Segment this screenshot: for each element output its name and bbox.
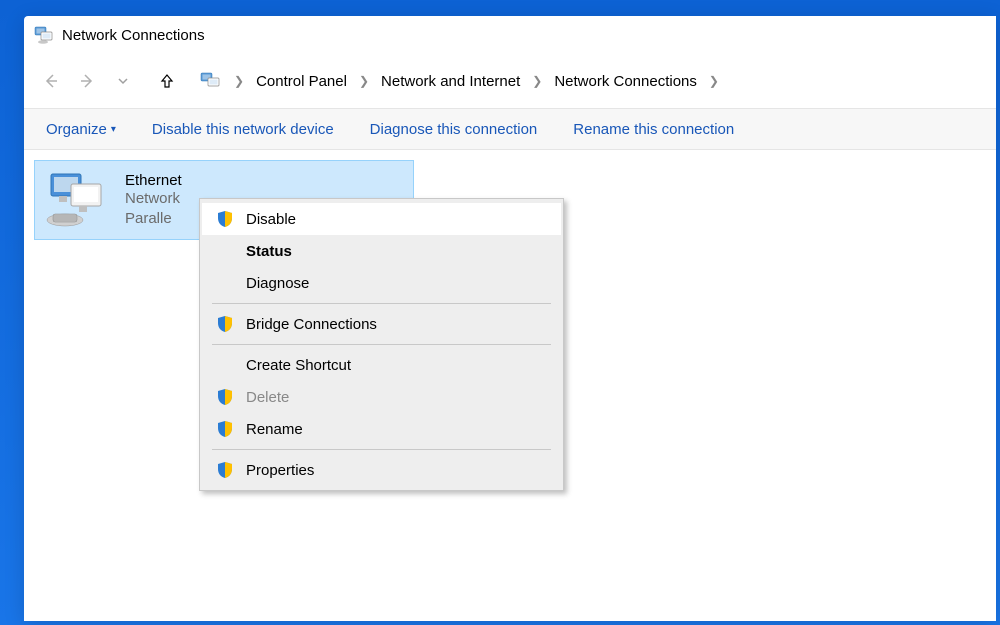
- breadcrumb[interactable]: ❯ Control Panel ❯ Network and Internet ❯…: [194, 70, 729, 92]
- chevron-right-icon[interactable]: ❯: [528, 74, 546, 88]
- window-title: Network Connections: [62, 27, 205, 44]
- menu-label: Bridge Connections: [246, 316, 377, 333]
- tile-text: Ethernet Network Paralle: [125, 172, 182, 228]
- menu-separator: [212, 303, 551, 304]
- menu-label: Create Shortcut: [246, 357, 351, 374]
- network-connections-window: Network Connections ❯ Control Pa: [24, 16, 996, 621]
- command-toolbar: Organize ▾ Disable this network device D…: [24, 108, 996, 150]
- shield-icon: [216, 315, 234, 333]
- disable-device-button[interactable]: Disable this network device: [152, 121, 334, 138]
- context-menu: Disable Status Diagnose Bridge Connectio…: [199, 198, 564, 491]
- menu-separator: [212, 344, 551, 345]
- rename-connection-button[interactable]: Rename this connection: [573, 121, 734, 138]
- menu-item-properties[interactable]: Properties: [202, 454, 561, 486]
- organize-label: Organize: [46, 121, 107, 138]
- menu-item-shortcut[interactable]: Create Shortcut: [202, 349, 561, 381]
- shield-icon: [216, 210, 234, 228]
- navigation-bar: ❯ Control Panel ❯ Network and Internet ❯…: [24, 54, 996, 108]
- diagnose-connection-button[interactable]: Diagnose this connection: [370, 121, 538, 138]
- network-connections-icon: [34, 25, 54, 45]
- recent-locations-button[interactable]: [106, 64, 140, 98]
- chevron-down-icon: ▾: [111, 124, 116, 135]
- organize-button[interactable]: Organize ▾: [46, 121, 116, 138]
- connection-adapter: Paralle: [125, 209, 182, 229]
- menu-item-disable[interactable]: Disable: [202, 203, 561, 235]
- menu-item-status[interactable]: Status: [202, 235, 561, 267]
- menu-item-rename[interactable]: Rename: [202, 413, 561, 445]
- chevron-right-icon[interactable]: ❯: [230, 74, 248, 88]
- breadcrumb-network-internet[interactable]: Network and Internet: [377, 71, 524, 92]
- breadcrumb-control-panel[interactable]: Control Panel: [252, 71, 351, 92]
- breadcrumb-network-connections[interactable]: Network Connections: [550, 71, 701, 92]
- connection-status: Network: [125, 189, 182, 209]
- shield-icon: [216, 388, 234, 406]
- empty-icon: [216, 242, 234, 260]
- chevron-right-icon[interactable]: ❯: [355, 74, 373, 88]
- menu-label: Status: [246, 243, 292, 260]
- network-adapter-icon: [45, 170, 115, 230]
- menu-label: Rename: [246, 421, 303, 438]
- chevron-right-icon[interactable]: ❯: [705, 74, 723, 88]
- menu-separator: [212, 449, 551, 450]
- empty-icon: [216, 356, 234, 374]
- forward-button[interactable]: [70, 64, 104, 98]
- connection-name: Ethernet: [125, 172, 182, 189]
- shield-icon: [216, 420, 234, 438]
- titlebar[interactable]: Network Connections: [24, 16, 996, 54]
- menu-label: Delete: [246, 389, 289, 406]
- back-button[interactable]: [34, 64, 68, 98]
- control-panel-icon: [200, 70, 222, 92]
- menu-item-bridge[interactable]: Bridge Connections: [202, 308, 561, 340]
- menu-label: Properties: [246, 462, 314, 479]
- menu-label: Disable: [246, 211, 296, 228]
- up-button[interactable]: [150, 64, 184, 98]
- menu-item-diagnose[interactable]: Diagnose: [202, 267, 561, 299]
- menu-item-delete: Delete: [202, 381, 561, 413]
- content-area[interactable]: Ethernet Network Paralle Disable Status …: [24, 150, 996, 250]
- empty-icon: [216, 274, 234, 292]
- shield-icon: [216, 461, 234, 479]
- menu-label: Diagnose: [246, 275, 309, 292]
